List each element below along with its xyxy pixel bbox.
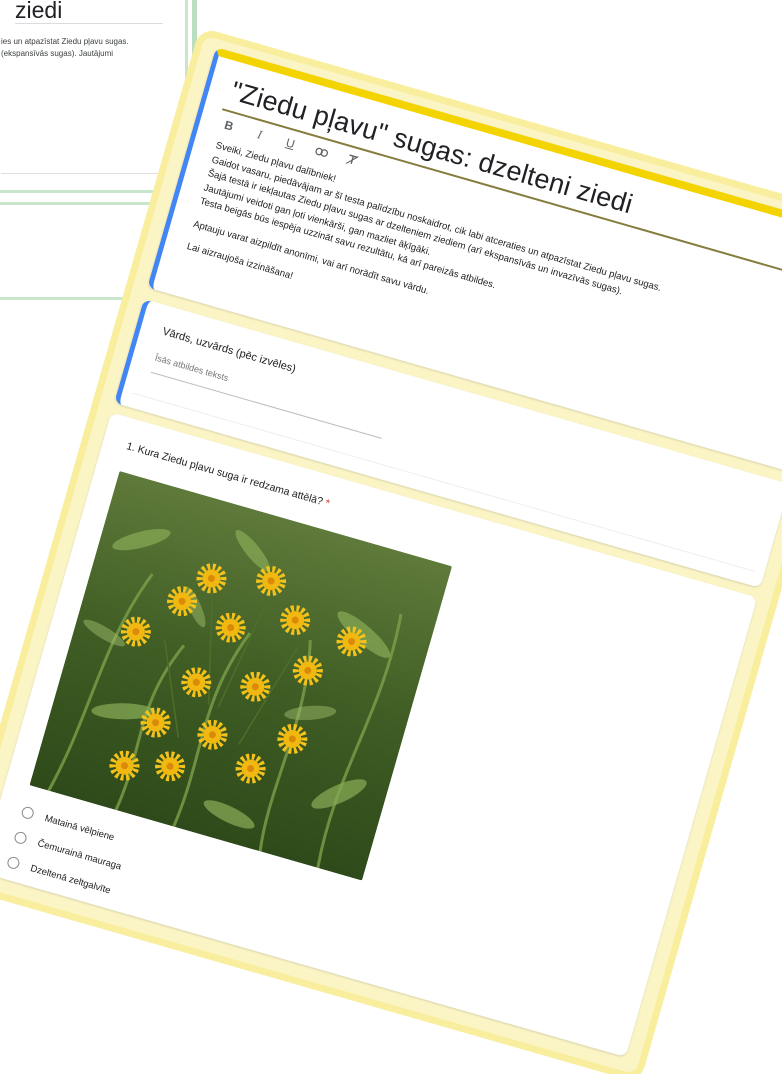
required-asterisk: * [323, 497, 331, 510]
clear-formatting-icon[interactable] [343, 152, 361, 170]
background-title-divider [15, 23, 163, 24]
background-form-title: ziedi [15, 0, 63, 19]
background-description-line: ies un atpazīstat Ziedu pļavu sugas. [1, 37, 129, 46]
background-description-line: (ekspansīvās sugas). Jautājumi [1, 49, 114, 58]
link-icon[interactable] [312, 144, 330, 162]
radio-button[interactable] [20, 805, 36, 821]
underline-icon[interactable]: U [282, 135, 300, 153]
italic-icon[interactable]: I [251, 126, 269, 144]
background-card-divider [1, 173, 175, 174]
bold-icon[interactable]: B [220, 117, 238, 135]
background-header-card: ziedi ies un atpazīstat Ziedu pļavu suga… [0, 0, 188, 193]
radio-button[interactable] [13, 830, 28, 846]
radio-button[interactable] [5, 855, 21, 871]
